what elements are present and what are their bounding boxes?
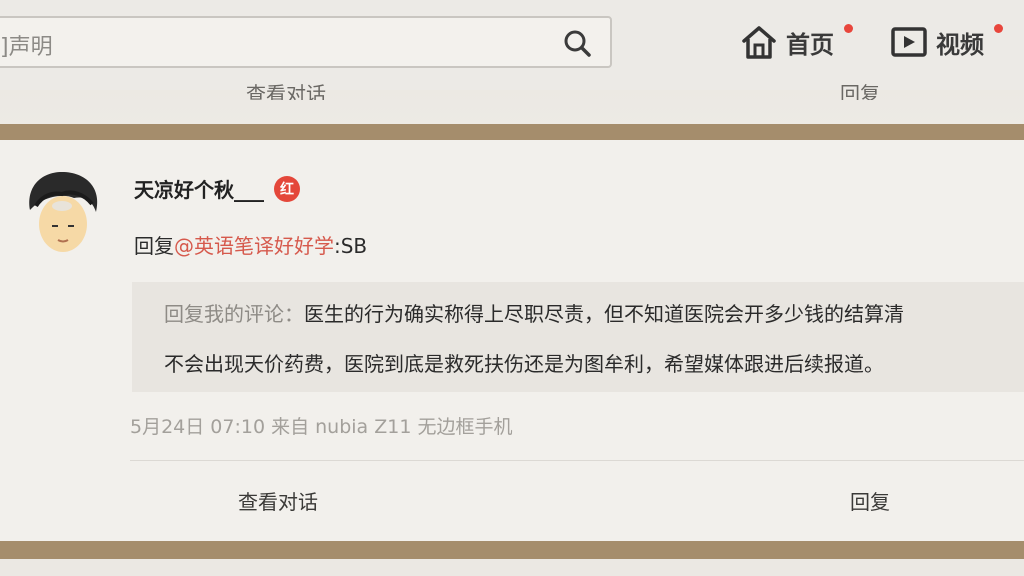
reply-text: 回复@英语笔译好好学:SB xyxy=(134,230,367,259)
reply-prefix: 回复 xyxy=(134,234,174,258)
video-notification-dot xyxy=(994,24,1003,33)
divider xyxy=(130,460,1024,461)
comment-meta: 5月24日 07:10 来自 nubia Z11 无边框手机 xyxy=(130,416,513,438)
nav-home[interactable]: 首页 xyxy=(740,22,853,62)
previous-item-actions: 查看对话 回复 xyxy=(0,78,1024,100)
separator-bar-bottom xyxy=(0,541,1024,559)
home-icon xyxy=(742,26,776,59)
search-input-text: ]声明 xyxy=(0,35,53,60)
nav-video[interactable]: 视频 xyxy=(890,22,1003,62)
nav-home-label: 首页 xyxy=(786,30,834,59)
search-input[interactable]: ]声明 xyxy=(0,16,612,68)
previous-view-conversation-button[interactable]: 查看对话 xyxy=(246,78,326,100)
home-notification-dot xyxy=(844,24,853,33)
separator-bar xyxy=(0,124,1024,140)
quoted-comment-line-2: 不会出现天价药费，医院到底是救死扶伤还是为图牟利，希望媒体跟进后续报道。 xyxy=(164,352,884,376)
video-icon xyxy=(891,27,927,57)
quoted-comment: 回复我的评论：医生的行为确实称得上尽职尽责，但不知道医院会开多少钱的结算清 不会… xyxy=(132,282,1024,392)
user-badge: 红 xyxy=(274,175,300,202)
quoted-comment-text-1: 医生的行为确实称得上尽职尽责，但不知道医院会开多少钱的结算清 xyxy=(304,302,904,326)
username[interactable]: 天凉好个秋___ xyxy=(134,174,264,203)
nav-video-label: 视频 xyxy=(936,30,984,59)
comment-card: 天凉好个秋___ 红 回复@英语笔译好好学:SB 回复我的评论：医生的行为确实称… xyxy=(0,140,1024,541)
page: ]声明 首页 视频 查看对话 回复 天凉好个秋___ 红 回复@英语笔译好好学:… xyxy=(0,0,1024,576)
reply-mention-link[interactable]: @英语笔译好好学 xyxy=(174,234,334,258)
reply-button[interactable]: 回复 xyxy=(850,486,890,515)
previous-reply-button[interactable]: 回复 xyxy=(840,78,880,100)
quoted-comment-line-1: 回复我的评论：医生的行为确实称得上尽职尽责，但不知道医院会开多少钱的结算清 xyxy=(164,298,904,327)
username-row: 天凉好个秋___ 红 xyxy=(134,174,300,203)
top-bar: ]声明 首页 视频 xyxy=(0,0,1024,90)
search-icon[interactable] xyxy=(562,28,592,58)
quoted-comment-prefix[interactable]: 回复我的评论： xyxy=(164,302,304,326)
view-conversation-button[interactable]: 查看对话 xyxy=(238,486,318,515)
avatar[interactable] xyxy=(22,166,104,256)
next-item-edge xyxy=(0,559,1024,576)
reply-content: :SB xyxy=(334,234,368,258)
